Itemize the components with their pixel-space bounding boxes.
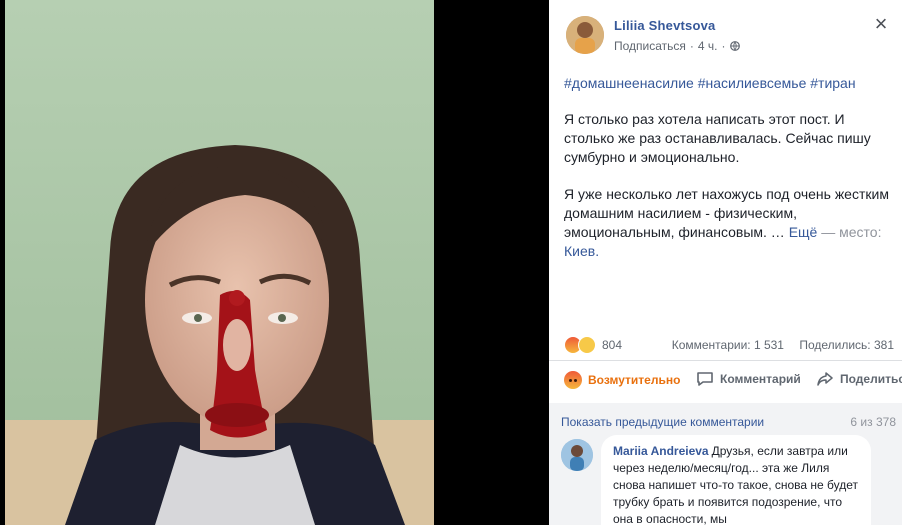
comment-avatar[interactable] [561, 439, 593, 471]
post-meta: Подписаться · 4 ч. · [614, 39, 740, 53]
shares-count[interactable]: Поделились: 381 [799, 338, 894, 352]
comments-pagination: 6 из 378 [850, 415, 896, 429]
angry-label: Возмутительно [588, 373, 681, 387]
stat-counts: Комментарии: 1 531 Поделились: 381 [660, 338, 894, 352]
comment-avatar-image [561, 439, 593, 471]
author-meta: Liliia Shevtsova Подписаться · 4 ч. · [614, 18, 740, 53]
reaction-summary[interactable]: 804 [564, 336, 622, 354]
post-hashtags[interactable]: #домашнеенасилие #насилиевсемье #тиран [564, 75, 856, 91]
globe-icon [729, 40, 740, 51]
comment-label: Комментарий [720, 372, 801, 386]
action-bar: Возмутительно Комментарий Поделиться [549, 360, 902, 404]
photo-viewer [0, 0, 549, 525]
author-name[interactable]: Liliia Shevtsova [614, 18, 740, 33]
author-avatar[interactable] [566, 16, 604, 54]
show-previous-comments-link[interactable]: Показать предыдущие комментарии [561, 415, 764, 429]
comment-author[interactable]: Mariia Andreieva [613, 444, 709, 458]
close-icon[interactable]: × [870, 13, 892, 36]
post-time[interactable]: 4 ч. [698, 39, 718, 53]
share-icon [817, 372, 833, 386]
angry-reaction-button[interactable]: Возмутительно [564, 371, 680, 389]
comment-icon [697, 372, 713, 386]
post-photo [5, 0, 434, 525]
see-more-link[interactable]: Ещё [789, 224, 818, 240]
post-paragraph-2: Я уже несколько лет нахожусь под очень ж… [564, 185, 894, 261]
comment-bubble: Mariia Andreieva Друзья, если завтра или … [601, 435, 871, 525]
share-label: Поделиться [840, 372, 902, 386]
comments-count[interactable]: Комментарии: 1 531 [672, 338, 784, 352]
angry-face-icon [564, 371, 582, 389]
photo-image [5, 0, 434, 525]
post-header: Liliia Shevtsova Подписаться · 4 ч. · [566, 15, 740, 55]
reaction-count: 804 [602, 338, 623, 352]
location-link[interactable]: Киев. [564, 243, 599, 259]
post-sidebar: Liliia Shevtsova Подписаться · 4 ч. · × … [549, 0, 902, 525]
sad-reaction-icon [578, 336, 596, 354]
location-prefix: — место: [821, 224, 882, 240]
post-paragraph-1: Я столько раз хотела написать этот пост.… [564, 111, 871, 165]
meta-separator-2: · [721, 38, 726, 53]
post-text: Я столько раз хотела написать этот пост.… [564, 110, 894, 279]
meta-separator: · [689, 38, 694, 53]
post-stats: 804 Комментарии: 1 531 Поделились: 381 [564, 334, 894, 354]
comments-section: Показать предыдущие комментарии 6 из 378… [549, 403, 902, 525]
share-button[interactable]: Поделиться [816, 371, 902, 387]
comment-button[interactable]: Комментарий [696, 371, 801, 387]
avatar-image [566, 16, 604, 54]
follow-link[interactable]: Подписаться [614, 39, 686, 53]
